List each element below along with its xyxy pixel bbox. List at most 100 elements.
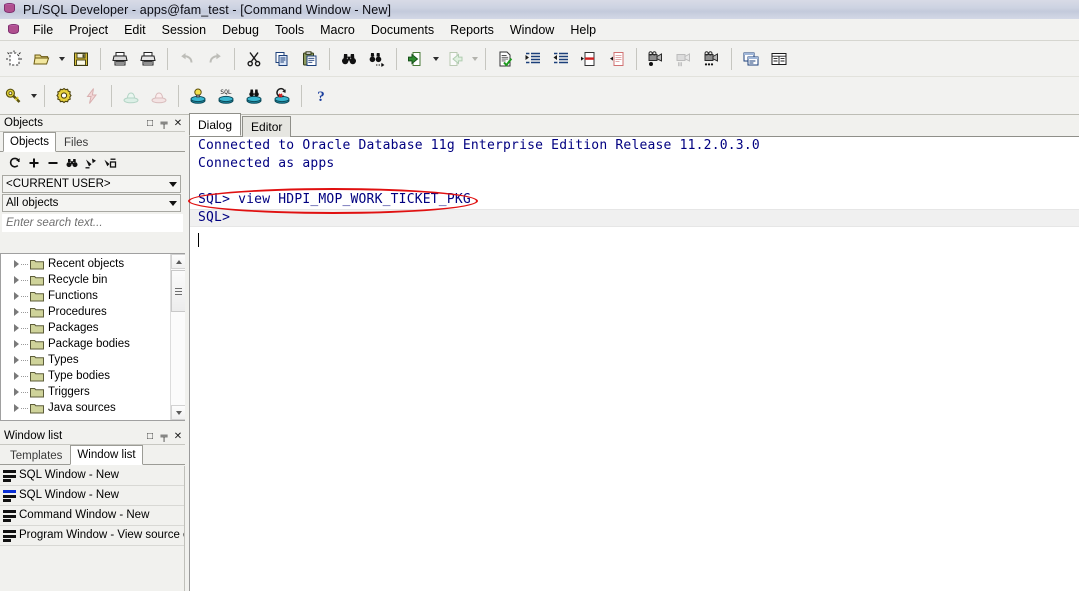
expand-arrow-icon[interactable] xyxy=(11,352,21,368)
copy-icon[interactable] xyxy=(269,46,295,72)
indent-icon[interactable] xyxy=(520,46,546,72)
find-next-icon[interactable] xyxy=(364,46,390,72)
menu-item-window[interactable]: Window xyxy=(502,20,562,40)
stop-macro-icon[interactable] xyxy=(671,46,697,72)
save-floppy-icon[interactable] xyxy=(68,46,94,72)
menu-item-documents[interactable]: Documents xyxy=(363,20,442,40)
import-icon[interactable] xyxy=(403,46,429,72)
menu-item-project[interactable]: Project xyxy=(61,20,116,40)
import-dropdown-arrow[interactable] xyxy=(430,46,441,72)
commit-icon[interactable] xyxy=(118,83,144,109)
outdent-icon[interactable] xyxy=(548,46,574,72)
execute-dropdown-arrow[interactable] xyxy=(28,83,39,109)
cascade-windows-icon[interactable] xyxy=(738,46,764,72)
scroll-down-button[interactable] xyxy=(171,405,185,420)
cut-scissors-icon[interactable] xyxy=(241,46,267,72)
collapse-minus-icon[interactable] xyxy=(44,154,61,172)
expand-arrow-icon[interactable] xyxy=(11,336,21,352)
expand-arrow-icon[interactable] xyxy=(11,400,21,416)
maximize-icon[interactable]: □ xyxy=(143,116,157,130)
sql-icon[interactable]: SQL xyxy=(213,83,239,109)
list-item[interactable]: SQL Window - New xyxy=(0,466,184,486)
export-icon[interactable] xyxy=(442,46,468,72)
menu-item-session[interactable]: Session xyxy=(154,20,214,40)
record-macro-icon[interactable] xyxy=(643,46,669,72)
tree-node-types[interactable]: Types xyxy=(1,352,169,368)
tree-node-recycle-bin[interactable]: Recycle bin xyxy=(1,272,169,288)
find-binoculars-icon[interactable] xyxy=(63,154,80,172)
print-icon[interactable] xyxy=(107,46,133,72)
open-dropdown-arrow[interactable] xyxy=(56,46,67,72)
chevron-down-icon[interactable] xyxy=(165,195,180,211)
expand-arrow-icon[interactable] xyxy=(11,256,21,272)
chevron-down-icon[interactable] xyxy=(165,176,180,192)
check-document-icon[interactable] xyxy=(492,46,518,72)
filter-icon[interactable] xyxy=(82,154,99,172)
open-folder-icon[interactable] xyxy=(29,46,55,72)
tree-node-package-bodies[interactable]: Package bodies xyxy=(1,336,169,352)
new-icon[interactable] xyxy=(1,46,27,72)
print-preview-icon[interactable] xyxy=(135,46,161,72)
expand-arrow-icon[interactable] xyxy=(11,272,21,288)
expand-plus-icon[interactable] xyxy=(25,154,42,172)
explain-plan-icon[interactable] xyxy=(185,83,211,109)
session-find-icon[interactable] xyxy=(241,83,267,109)
menu-item-tools[interactable]: Tools xyxy=(267,20,312,40)
help-question-icon[interactable]: ? xyxy=(308,83,334,109)
refresh-icon[interactable] xyxy=(6,154,23,172)
pin-icon[interactable]: ╤ xyxy=(157,116,171,130)
list-item[interactable]: Program Window - View source of xyxy=(0,526,184,546)
menu-item-reports[interactable]: Reports xyxy=(442,20,502,40)
command-console[interactable]: Connected to Oracle Database 11g Enterpr… xyxy=(189,137,1079,591)
objects-tree-scrollbar[interactable] xyxy=(170,254,185,420)
tile-windows-icon[interactable] xyxy=(766,46,792,72)
menu-item-help[interactable]: Help xyxy=(562,20,604,40)
tab-dialog[interactable]: Dialog xyxy=(189,113,242,136)
break-gear-icon[interactable] xyxy=(51,83,77,109)
uncomment-icon[interactable] xyxy=(604,46,630,72)
close-icon[interactable]: ✕ xyxy=(171,116,185,130)
rollback-icon[interactable] xyxy=(146,83,172,109)
pin-icon[interactable]: ╤ xyxy=(157,429,171,443)
list-item[interactable]: SQL Window - New xyxy=(0,486,184,506)
menu-item-file[interactable]: File xyxy=(25,20,61,40)
close-icon[interactable]: ✕ xyxy=(171,429,185,443)
redo-icon[interactable] xyxy=(202,46,228,72)
undo-icon[interactable] xyxy=(174,46,200,72)
tree-node-java-sources[interactable]: Java sources xyxy=(1,400,169,416)
user-select[interactable]: <CURRENT USER> xyxy=(2,175,181,193)
expand-arrow-icon[interactable] xyxy=(11,320,21,336)
tree-node-procedures[interactable]: Procedures xyxy=(1,304,169,320)
recompile-icon[interactable] xyxy=(269,83,295,109)
tab-objects[interactable]: Objects xyxy=(3,132,56,152)
export-dropdown-arrow[interactable] xyxy=(469,46,480,72)
scroll-up-button[interactable] xyxy=(171,254,185,269)
scrollbar-thumb[interactable] xyxy=(171,270,185,312)
kill-lightning-icon[interactable] xyxy=(79,83,105,109)
expand-arrow-icon[interactable] xyxy=(11,304,21,320)
tree-node-recent-objects[interactable]: Recent objects xyxy=(1,256,169,272)
organize-icon[interactable] xyxy=(101,154,118,172)
tab-templates[interactable]: Templates xyxy=(3,446,69,465)
tree-node-packages[interactable]: Packages xyxy=(1,320,169,336)
execute-key-icon[interactable] xyxy=(1,83,27,109)
expand-arrow-icon[interactable] xyxy=(11,368,21,384)
search-input[interactable]: Enter search text... xyxy=(2,214,183,232)
expand-arrow-icon[interactable] xyxy=(11,288,21,304)
menu-item-debug[interactable]: Debug xyxy=(214,20,267,40)
tab-editor[interactable]: Editor xyxy=(242,116,292,137)
paste-clipboard-icon[interactable] xyxy=(297,46,323,72)
tree-node-functions[interactable]: Functions xyxy=(1,288,169,304)
list-item[interactable]: Command Window - New xyxy=(0,506,184,526)
maximize-icon[interactable]: □ xyxy=(143,429,157,443)
console-prompt-line[interactable]: SQL> xyxy=(190,209,1079,227)
find-binoculars-icon[interactable] xyxy=(336,46,362,72)
menu-item-edit[interactable]: Edit xyxy=(116,20,154,40)
tree-node-triggers[interactable]: Triggers xyxy=(1,384,169,400)
menu-item-macro[interactable]: Macro xyxy=(312,20,363,40)
expand-arrow-icon[interactable] xyxy=(11,384,21,400)
tab-files[interactable]: Files xyxy=(57,133,95,152)
play-macro-icon[interactable] xyxy=(699,46,725,72)
comment-icon[interactable] xyxy=(576,46,602,72)
tree-node-type-bodies[interactable]: Type bodies xyxy=(1,368,169,384)
